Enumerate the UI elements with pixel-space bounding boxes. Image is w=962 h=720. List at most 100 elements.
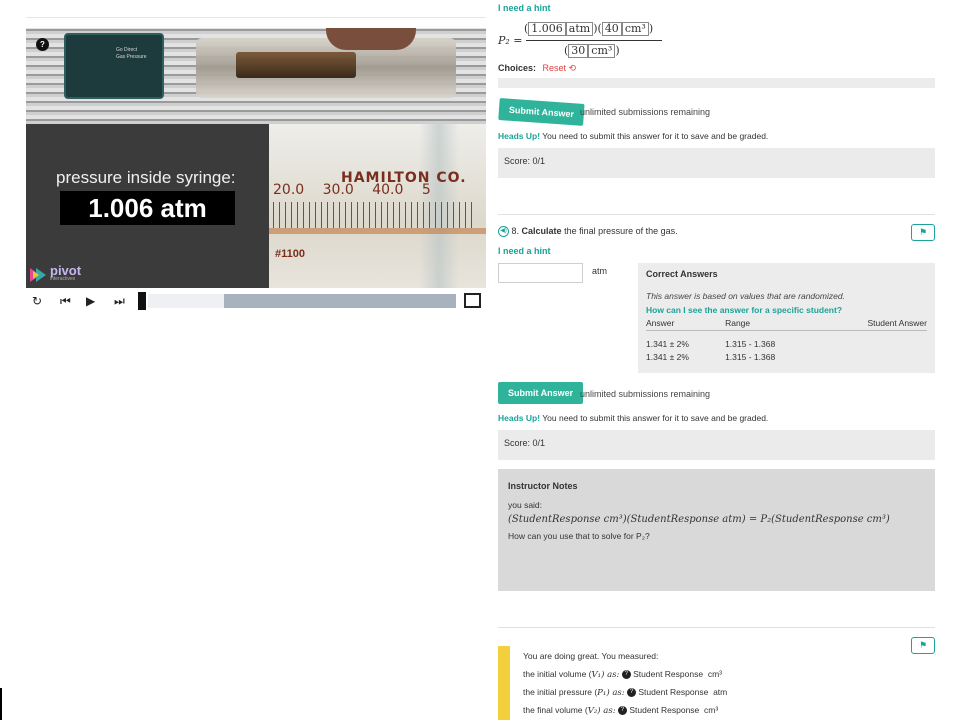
section-divider [498, 627, 935, 628]
scrub-buffered [224, 294, 456, 308]
q8-unit: atm [592, 266, 608, 276]
notes-equation: (StudentResponse cm³)(StudentResponse at… [508, 514, 890, 525]
skip-back-icon[interactable]: ⏮ [60, 294, 71, 308]
feedback-line-v2: the final volume (V₂) as: ? Student Resp… [523, 705, 718, 716]
feedback-intro: You are doing great. You measured: [523, 651, 659, 661]
q7-submit-button[interactable]: Submit Answer [498, 98, 585, 126]
q8-score: Score: 0/1 [498, 430, 935, 460]
q7-formula: P₂ = (1.006 atm)(40 cm³) (30 cm³) [498, 22, 698, 60]
l1-resp: Student Response [633, 669, 704, 679]
q7-headsup: Heads Up! You need to submit this answer… [498, 131, 768, 141]
zoom-serial: #1100 [275, 248, 305, 260]
q8-headsup: Heads Up! You need to submit this answer… [498, 413, 768, 423]
den-u: cm³ [591, 44, 613, 57]
correct-answers-table: Answer Range Student Answer 1.341 ± 2% 1… [646, 318, 927, 362]
gas-pressure-sensor: Go Direct Gas Pressure [64, 33, 164, 99]
cell-range: 1.315 - 1.368 [725, 352, 776, 362]
play-icon[interactable]: ▶ [86, 294, 95, 308]
help-icon[interactable]: ? [617, 706, 627, 716]
video-controls: ↻ ⏮ ▶ ⏭ [26, 290, 486, 312]
table-row: 1.341 ± 2% 1.315 - 1.368 [646, 349, 927, 362]
instructor-notes: Instructor Notes you said: (StudentRespo… [498, 469, 935, 591]
hand-image [326, 28, 416, 50]
l1-mid: ) as: [601, 670, 620, 680]
scrub-thumb[interactable] [138, 292, 146, 310]
correct-answers-panel: Correct Answers This answer is based on … [638, 263, 935, 373]
l1-unit: cm³ [707, 669, 722, 679]
q8-submit-button[interactable]: Submit Answer [498, 382, 584, 404]
q8-prompt-rest: the final pressure of the gas. [561, 226, 678, 236]
speaker-icon[interactable]: ◀) [498, 226, 509, 238]
sensor-label-2: Gas Pressure [116, 54, 147, 60]
feedback-block: You are doing great. You measured: the i… [498, 646, 935, 720]
headsup-label: Heads Up! [498, 131, 541, 141]
correct-answers-title: Correct Answers [646, 269, 718, 279]
feedback-line-p1: the initial pressure (P₁) as: ? Student … [523, 687, 727, 698]
feedback-line-v1: the initial volume (V₁) as: ? Student Re… [523, 669, 722, 680]
cell-student [817, 331, 927, 350]
headsup-text: You need to submit this answer for it to… [540, 131, 769, 141]
zoom-scale-numbers: 20.0 30.0 40.0 5 [273, 182, 431, 198]
formula-lhs: P₂ = [498, 34, 523, 47]
plunger-image [236, 52, 356, 78]
zoom-ruler-ticks [273, 202, 473, 228]
l2-resp: Student Response [638, 687, 709, 697]
l1-var: V₁ [591, 670, 602, 680]
skip-forward-icon[interactable]: ⏭ [114, 294, 125, 308]
q7-hint-link[interactable]: I need a hint [498, 3, 935, 13]
pivot-logo-icon [30, 268, 46, 282]
choices-row: Choices: Reset ⟲ [498, 63, 576, 74]
q8-number: 8. [511, 226, 520, 236]
video-player[interactable]: Go Direct Gas Pressure ? pressure inside… [26, 28, 486, 288]
col-student-answer: Student Answer [817, 318, 927, 331]
l3-unit: cm³ [704, 705, 719, 715]
l3-resp: Student Response [629, 705, 700, 715]
l2-var: P₁ [597, 688, 607, 698]
cell-student [817, 349, 927, 362]
notes-you-said: you said: [508, 500, 543, 510]
l2-pre: the initial pressure ( [523, 687, 598, 697]
help-icon[interactable]: ? [36, 38, 49, 51]
num-u2: cm³ [624, 22, 646, 35]
q7-score: Score: 0/1 [498, 148, 935, 178]
q8-remaining: unlimited submissions remaining [580, 389, 711, 399]
zoom-band [269, 228, 486, 234]
q7-remaining: unlimited submissions remaining [580, 107, 711, 117]
flag-icon[interactable]: ⚑ [911, 224, 935, 241]
formula-numerator: (1.006 atm)(40 cm³) [524, 22, 654, 36]
pivot-logo: pivot interactives [50, 263, 81, 282]
q8-hint-link[interactable]: I need a hint [498, 246, 935, 256]
den-v: 30 [571, 44, 586, 57]
specific-student-link[interactable]: How can I see the answer for a specific … [646, 305, 927, 315]
choices-tray [498, 78, 935, 88]
feedback-stripe [498, 646, 510, 720]
question-divider [498, 214, 935, 215]
l2-unit: atm [713, 687, 728, 697]
q8-answer-input[interactable] [498, 263, 583, 283]
l1-pre: the initial volume ( [523, 669, 592, 679]
num-u1: atm [568, 22, 591, 35]
num-v1: 1.006 [531, 22, 563, 35]
col-range: Range [725, 318, 818, 331]
cell-answer: 1.341 ± 2% [646, 352, 689, 362]
fraction-bar [526, 40, 662, 41]
table-row: 1.341 ± 2% 1.315 - 1.368 [646, 331, 927, 350]
notes-title: Instructor Notes [508, 481, 578, 491]
l2-mid: ) as: [606, 688, 625, 698]
reset-button[interactable]: Reset ⟲ [543, 63, 577, 73]
q8-prompt-bold: Calculate [521, 226, 562, 236]
l3-var: V₂ [587, 706, 598, 716]
l3-pre: the final volume ( [523, 705, 588, 715]
correct-answers-note: This answer is based on values that are … [646, 291, 845, 301]
pressure-value: 1.006 atm [60, 191, 235, 225]
l3-mid: ) as: [597, 706, 616, 716]
replay-icon[interactable]: ↻ [32, 294, 42, 308]
col-answer: Answer [646, 318, 726, 331]
sensor-label-1: Go Direct [116, 47, 138, 53]
fullscreen-icon[interactable] [464, 293, 481, 308]
window-edge [0, 688, 2, 720]
help-icon[interactable]: ? [621, 670, 631, 680]
num-v2: 40 [604, 22, 619, 35]
formula-denominator: (30 cm³) [564, 44, 620, 58]
help-icon[interactable]: ? [627, 688, 636, 698]
